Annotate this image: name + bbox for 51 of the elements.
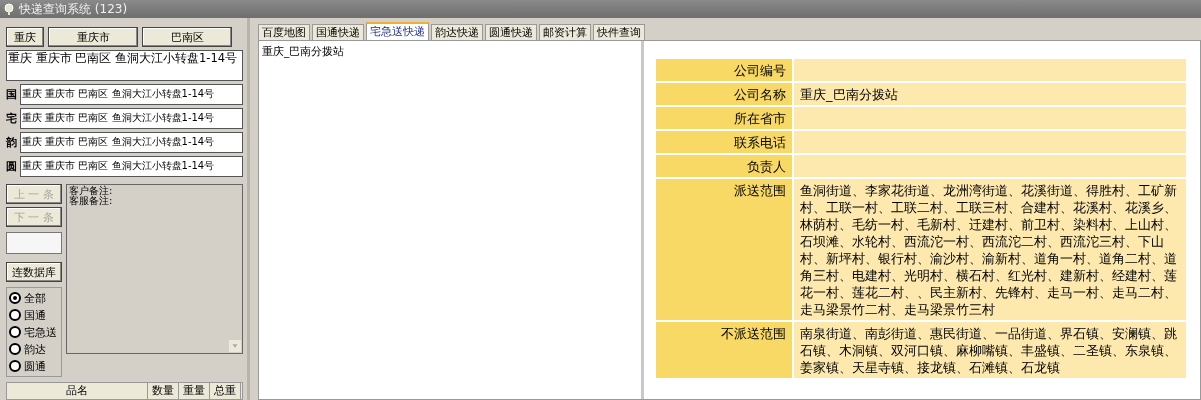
field-label: 公司编号 [656, 59, 792, 81]
field-value: 南泉街道、南彭街道、惠民街道、一品街道、界石镇、安澜镇、跳石镇、木洞镇、双河口镇、麻柳嘴镇、丰盛镇、二圣镇、东泉镇、姜家镇、天星寺镇、接龙镇、石滩镇、石龙镇 [794, 322, 1186, 378]
field-value: 重庆_巴南分拨站 [794, 83, 1186, 105]
tab[interactable]: 国通快递 [312, 24, 364, 40]
tab[interactable]: 韵达快递 [431, 24, 483, 40]
carrier-label: 宅 [6, 111, 18, 126]
region-button[interactable]: 重庆 [6, 27, 44, 47]
note-label: 客户备注: [69, 186, 114, 196]
carrier-address-field[interactable]: 重庆 重庆市 巴南区 鱼洞大江小转盘1-14号 [20, 132, 243, 153]
note-label: 客服备注: [69, 196, 114, 206]
carrier-label: 国 [6, 87, 18, 102]
tab[interactable]: 快件查询 [593, 24, 645, 40]
tab[interactable]: 圆通快递 [485, 24, 537, 40]
column-header[interactable]: 重量 [179, 383, 210, 399]
carrier-address-field[interactable]: 重庆 重庆市 巴南区 鱼洞大江小转盘1-14号 [20, 108, 243, 129]
carrier-address-field[interactable]: 重庆 重庆市 巴南区 鱼洞大江小转盘1-14号 [20, 156, 243, 177]
filter-radio[interactable]: 全部 [9, 290, 59, 306]
window-title: 快递查询系统 (123) [19, 0, 128, 18]
tab[interactable]: 百度地图 [258, 24, 310, 40]
radio-icon[interactable] [9, 326, 21, 338]
column-header[interactable]: 数量 [148, 383, 179, 399]
filter-radio[interactable]: 宅急送 [9, 324, 59, 340]
filter-radio[interactable]: 国通 [9, 307, 59, 323]
column-header[interactable]: 总重 [210, 383, 241, 399]
station-item[interactable]: 重庆_巴南分拨站 [262, 45, 638, 59]
carrier-label: 圆 [6, 159, 18, 174]
region-button[interactable]: 巴南区 [142, 27, 232, 47]
carrier-label: 韵 [6, 135, 18, 150]
connect-database-button[interactable]: 连数据库 [6, 262, 62, 282]
address-field[interactable]: 重庆 重庆市 巴南区 鱼洞大江小转盘1-14号 [6, 50, 243, 81]
input-field[interactable] [6, 232, 62, 254]
radio-icon[interactable] [9, 360, 21, 372]
field-label: 所在省市 [656, 107, 792, 129]
tab[interactable]: 邮资计算 [539, 24, 591, 40]
field-value: 鱼洞街道、李家花街道、龙洲湾街道、花溪街道、得胜村、工矿新村、工联一村、工联二村、工联三村、合建村、花溪村、花溪乡、林荫村、毛纺一村、毛新村、迁建村、前卫村、染料村、上山村、石坝滩、水轮村、西流沱一村、西流沱二村、西流沱三村、下山村、新坪村、银行村、渝沙村、渝新村、道角一村、道角二村、道角三村、电建村、光明村、横石村、红光村、建新村、经建村、莲花一村、莲花二村、、民主新村、先锋村、走马一村、走马二村、走马梁景竹二村、走马梁景竹三村 [794, 179, 1186, 320]
radio-icon[interactable] [9, 343, 21, 355]
field-label: 不派送范围 [656, 322, 792, 378]
field-label: 负责人 [656, 155, 792, 177]
filter-radio[interactable]: 韵达 [9, 341, 59, 357]
notes-box[interactable]: 客户备注: 客服备注: [66, 184, 243, 354]
column-header[interactable]: 品名 [7, 383, 148, 399]
field-label: 公司名称 [656, 83, 792, 105]
region-button[interactable]: 重庆市 [48, 27, 138, 47]
radio-icon[interactable] [9, 292, 21, 304]
carrier-address-field[interactable]: 重庆 重庆市 巴南区 鱼洞大江小转盘1-14号 [20, 84, 243, 105]
filter-radio[interactable]: 圆通 [9, 358, 59, 374]
app-icon [3, 3, 15, 15]
tab[interactable]: 宅急送快递 [366, 22, 429, 40]
radio-icon[interactable] [9, 309, 21, 321]
field-label: 派送范围 [656, 179, 792, 320]
field-label: 联系电话 [656, 131, 792, 153]
